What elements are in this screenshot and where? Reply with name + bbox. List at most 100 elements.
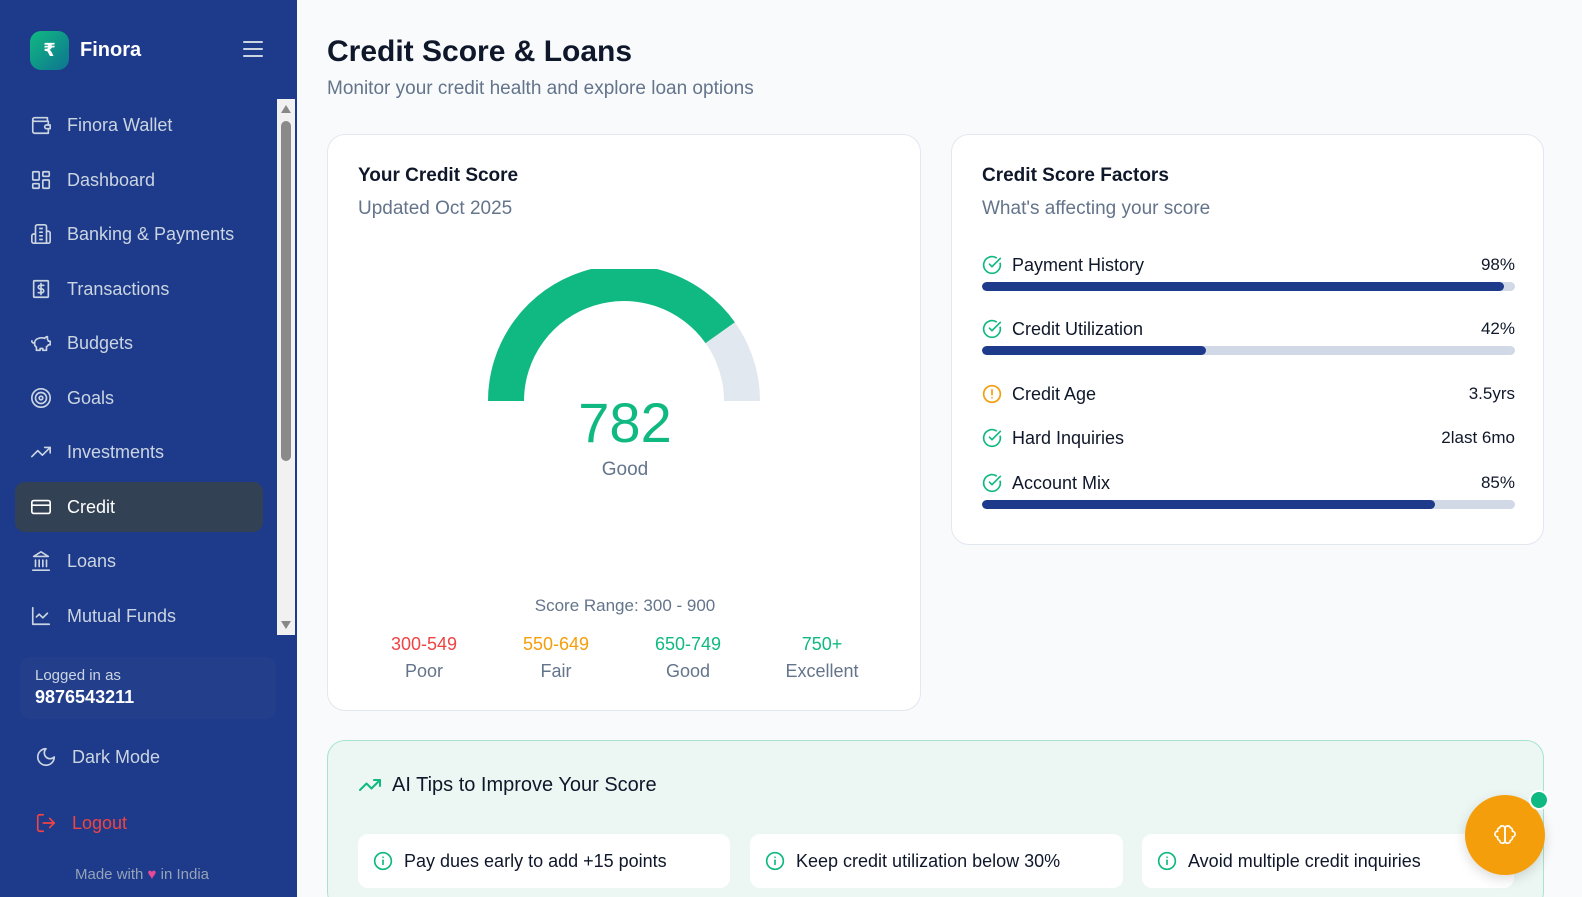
bank-icon — [31, 224, 51, 244]
dark-mode-label: Dark Mode — [72, 746, 161, 767]
sidebar-item-mutual-funds[interactable]: Mutual Funds — [15, 591, 263, 635]
credit-card-icon — [31, 499, 51, 515]
footer-prefix: Made with — [75, 866, 144, 883]
scroll-thumb[interactable] — [281, 121, 291, 461]
user-phone: 9876543211 — [35, 687, 135, 707]
brain-icon — [1494, 825, 1516, 844]
factor-credit-utilization: Credit Utilization 42% — [982, 317, 1515, 355]
sidebar-item-goals[interactable]: Goals — [15, 373, 263, 423]
card-subtitle: Updated Oct 2025 — [358, 198, 513, 219]
scroll-up-arrow-icon[interactable] — [281, 105, 291, 113]
sidebar-item-label: Banking & Payments — [67, 223, 235, 244]
card-title: Credit Score Factors — [982, 165, 1169, 186]
sidebar-scrollbar[interactable] — [277, 99, 295, 635]
factor-value: 85% — [1480, 473, 1515, 492]
tip-text: Pay dues early to add +15 points — [404, 850, 667, 871]
factor-name: Credit Age — [1012, 383, 1097, 404]
score-range: Score Range: 300 - 900 — [534, 596, 716, 615]
sidebar-item-label: Finora Wallet — [67, 114, 173, 135]
logout-icon — [36, 813, 56, 833]
factor-credit-age: Credit Age 3.5yrs — [982, 382, 1515, 406]
tip-text: Keep credit utilization below 30% — [796, 850, 1061, 871]
range-value: 550-649 — [522, 634, 590, 654]
page-title: Credit Score & Loans — [327, 35, 633, 68]
factor-name: Payment History — [1012, 254, 1145, 275]
range-value: 300-549 — [390, 634, 458, 654]
check-circle-icon — [982, 473, 1002, 493]
score-value: 782 — [578, 391, 672, 454]
dashboard-icon — [31, 170, 51, 190]
brand-logo: ₹ — [30, 30, 69, 70]
factor-name: Credit Utilization — [1012, 318, 1144, 339]
factor-value: 2last 6mo — [1441, 428, 1515, 447]
logout-button[interactable]: Logout — [35, 812, 127, 834]
tip-item: Keep credit utilization below 30% — [750, 834, 1123, 888]
dark-mode-toggle[interactable]: Dark Mode — [35, 746, 160, 768]
sidebar-item-label: Budgets — [67, 332, 134, 353]
range-excellent: 750+ Excellent — [762, 634, 882, 682]
landmark-icon — [31, 551, 51, 571]
target-icon — [31, 388, 51, 408]
brand[interactable]: ₹ Finora — [30, 30, 141, 70]
progress-bar — [982, 282, 1515, 291]
sidebar-item-investments[interactable]: Investments — [15, 427, 263, 477]
user-info: Logged in as 9876543211 — [20, 657, 276, 719]
range-good: 650-749 Good — [628, 634, 748, 682]
sidebar-item-banking-payments[interactable]: Banking & Payments — [15, 209, 263, 259]
alert-circle-icon — [982, 384, 1002, 404]
sidebar: ₹ Finora Finora Wallet Dashboard Banking… — [0, 0, 297, 897]
moon-icon — [36, 747, 56, 767]
sidebar-item-credit[interactable]: Credit — [15, 482, 263, 532]
check-circle-icon — [982, 319, 1002, 339]
tip-item: Avoid multiple credit inquiries — [1142, 834, 1514, 888]
sidebar-item-finora-wallet[interactable]: Finora Wallet — [15, 100, 263, 150]
factor-value: 98% — [1480, 255, 1515, 274]
info-icon — [1157, 851, 1177, 871]
sidebar-item-label: Loans — [67, 550, 117, 571]
sidebar-item-loans[interactable]: Loans — [15, 536, 263, 586]
progress-bar — [982, 346, 1515, 355]
progress-fill — [982, 282, 1505, 291]
ai-tips-card: AI Tips to Improve Your Score Pay dues e… — [327, 740, 1544, 897]
sidebar-item-budgets[interactable]: Budgets — [15, 318, 263, 368]
brand-name: Finora — [80, 38, 142, 61]
factor-value: 42% — [1480, 319, 1515, 338]
sidebar-item-label: Transactions — [67, 278, 170, 299]
menu-toggle-icon[interactable] — [243, 41, 263, 57]
footer-suffix: in India — [160, 866, 209, 883]
check-circle-icon — [982, 428, 1002, 448]
range-label: Good — [665, 661, 711, 681]
factor-account-mix: Account Mix 85% — [982, 471, 1515, 509]
trending-up-icon — [359, 779, 381, 791]
range-label: Excellent — [785, 661, 859, 681]
range-value: 750+ — [801, 634, 843, 654]
factor-name: Account Mix — [1012, 472, 1111, 493]
credit-factors-card: Credit Score Factors What's affecting yo… — [951, 134, 1544, 545]
sidebar-item-label: Dashboard — [67, 169, 156, 190]
range-label: Poor — [404, 661, 444, 681]
tip-text: Avoid multiple credit inquiries — [1188, 850, 1421, 871]
card-subtitle: What's affecting your score — [982, 198, 1211, 219]
scroll-down-arrow-icon[interactable] — [281, 621, 291, 629]
sidebar-item-label: Credit — [67, 496, 116, 517]
sidebar-item-dashboard[interactable]: Dashboard — [15, 155, 263, 205]
tips-title: AI Tips to Improve Your Score — [358, 773, 657, 797]
info-icon — [765, 851, 785, 871]
online-status-dot — [1529, 790, 1549, 810]
page-subtitle: Monitor your credit health and explore l… — [327, 78, 754, 99]
heart-icon: ♥ — [147, 866, 157, 883]
wallet-icon — [31, 116, 51, 135]
tips-title-text: AI Tips to Improve Your Score — [392, 773, 657, 796]
factor-value: 3.5yrs — [1468, 384, 1515, 403]
check-circle-icon — [982, 255, 1002, 275]
gauge-fill — [488, 269, 735, 402]
card-title: Your Credit Score — [358, 165, 519, 186]
credit-score-card: Your Credit Score Updated Oct 2025 782 G… — [327, 134, 921, 711]
sidebar-item-transactions[interactable]: Transactions — [15, 264, 263, 314]
progress-fill — [982, 500, 1436, 509]
receipt-icon — [32, 279, 50, 299]
factor-hard-inquiries: Hard Inquiries 2last 6mo — [982, 426, 1515, 450]
progress-fill — [982, 346, 1206, 355]
factor-payment-history: Payment History 98% — [982, 253, 1515, 291]
factor-name: Hard Inquiries — [1012, 427, 1125, 448]
